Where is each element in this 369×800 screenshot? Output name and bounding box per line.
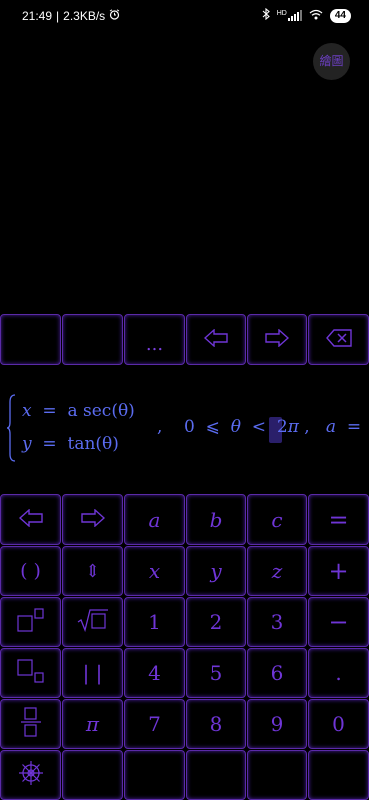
key-fraction[interactable]: [0, 699, 61, 749]
arrow-right-icon: [80, 507, 105, 532]
key-x[interactable]: x: [124, 546, 185, 596]
key-abs[interactable]: | |: [62, 648, 123, 698]
fraction-icon: [20, 706, 42, 742]
key-blank-5[interactable]: [308, 750, 369, 800]
delete-button[interactable]: [308, 314, 369, 365]
key-y[interactable]: y: [186, 546, 246, 596]
draw-button[interactable]: 繪圖: [313, 43, 350, 80]
settings-button[interactable]: [0, 750, 61, 800]
key-7[interactable]: 7: [124, 699, 185, 749]
formula-condition: , 0 ⩽ θ < 2π , a =: [157, 417, 362, 437]
network-speed: 2.3KB/s: [63, 9, 106, 23]
sqrt-icon: [76, 607, 110, 638]
key-blank-4[interactable]: [247, 750, 307, 800]
formula-line-1: x = a sec(θ): [22, 401, 135, 421]
subscript-box-icon: [16, 658, 46, 689]
key-9[interactable]: 9: [247, 699, 307, 749]
key-superscript[interactable]: [0, 597, 61, 647]
key-6[interactable]: 6: [247, 648, 307, 698]
key-equals[interactable]: =: [308, 494, 369, 545]
key-b[interactable]: b: [186, 494, 246, 545]
key-pi[interactable]: π: [62, 699, 123, 749]
settings-wheel-icon: [17, 759, 45, 792]
cursor-right-button[interactable]: [247, 314, 307, 365]
key-3[interactable]: 3: [247, 597, 307, 647]
key-0[interactable]: 0: [308, 699, 369, 749]
key-decimal[interactable]: .: [308, 648, 369, 698]
key-up-down[interactable]: ⇕: [62, 546, 123, 596]
alarm-icon: [109, 9, 120, 23]
superscript-box-icon: [16, 607, 46, 638]
toolbar-blank-1[interactable]: [0, 314, 61, 365]
wifi-icon: [309, 9, 323, 23]
key-2[interactable]: 2: [186, 597, 246, 647]
clock: 21:49: [22, 9, 53, 23]
ellipsis-button[interactable]: ...: [124, 314, 185, 365]
key-1[interactable]: 1: [124, 597, 185, 647]
key-right[interactable]: [62, 494, 123, 545]
key-z[interactable]: z: [247, 546, 307, 596]
key-5[interactable]: 5: [186, 648, 246, 698]
toolbar-blank-2[interactable]: [62, 314, 123, 365]
battery-indicator: 44: [329, 8, 351, 23]
key-blank-2[interactable]: [124, 750, 185, 800]
key-c[interactable]: c: [247, 494, 307, 545]
backspace-icon: [325, 328, 352, 352]
key-blank-1[interactable]: [62, 750, 123, 800]
arrow-right-icon: [265, 327, 290, 352]
left-brace: [6, 394, 16, 462]
key-plus[interactable]: +: [308, 546, 369, 596]
key-sqrt[interactable]: [62, 597, 123, 647]
key-left[interactable]: [0, 494, 61, 545]
key-blank-3[interactable]: [186, 750, 246, 800]
key-a[interactable]: a: [124, 494, 185, 545]
key-parentheses[interactable]: ( ): [0, 546, 61, 596]
key-minus[interactable]: −: [308, 597, 369, 647]
formula-line-2: y = tan(θ): [22, 434, 119, 454]
arrow-left-icon: [203, 327, 228, 352]
status-bar: 21:49 | 2.3KB/s HD 44: [0, 0, 369, 32]
signal-icon: HD: [277, 10, 302, 21]
formula-editor[interactable]: x = a sec(θ) y = tan(θ) , 0 ⩽ θ < 2π , a…: [0, 375, 369, 485]
key-8[interactable]: 8: [186, 699, 246, 749]
key-subscript[interactable]: [0, 648, 61, 698]
key-4[interactable]: 4: [124, 648, 185, 698]
bluetooth-icon: [262, 7, 270, 23]
cursor-left-button[interactable]: [186, 314, 246, 365]
arrow-left-icon: [18, 507, 43, 532]
